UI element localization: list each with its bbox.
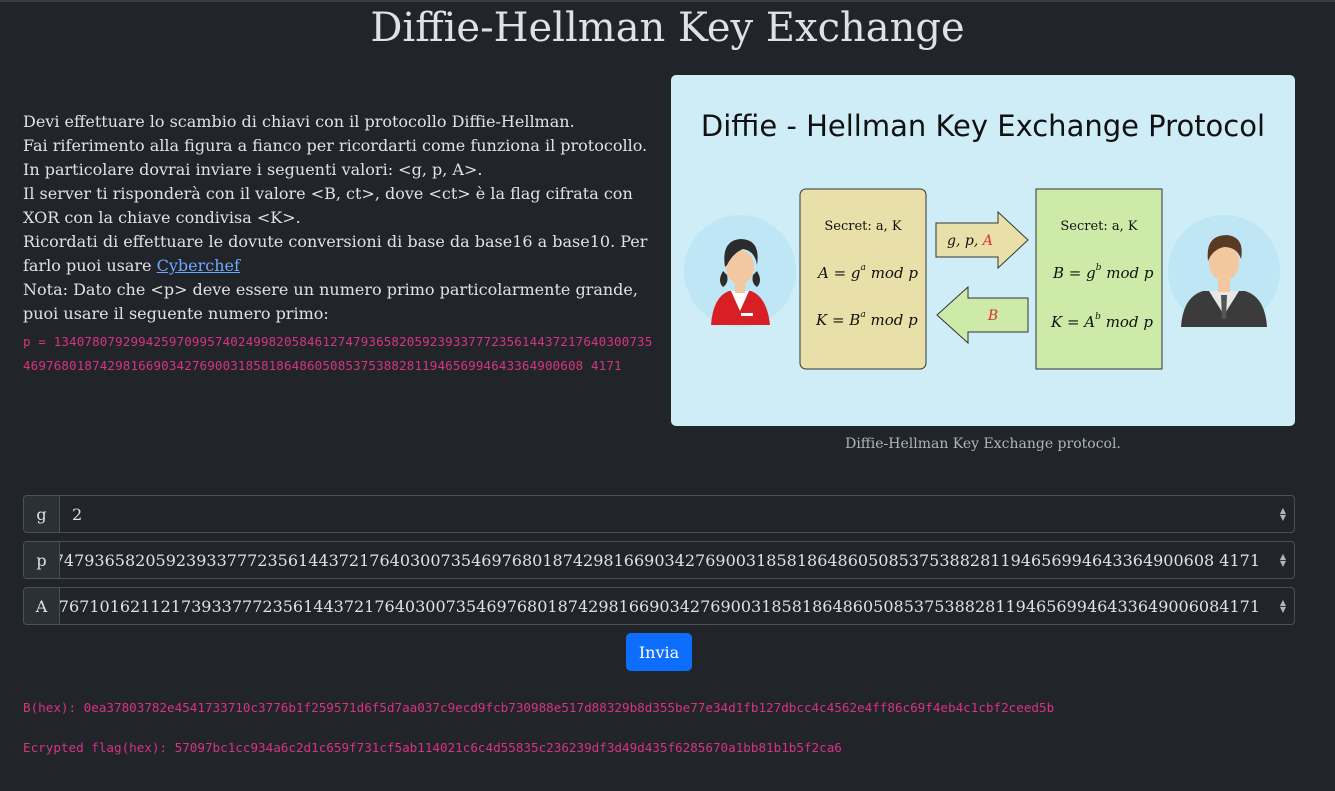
instruction-line: Nota: Dato che <p> deve essere un numero… — [23, 280, 638, 323]
formula-b: B = gb mod p — [1052, 263, 1154, 282]
protocol-diagram: Diffie - Hellman Key Exchange Protocol S… — [684, 109, 1280, 370]
figure-caption: Diffie-Hellman Key Exchange protocol. — [845, 436, 1121, 452]
a-input-group: A 77193472023521676710162112173933777235… — [23, 587, 1295, 625]
formula-a: A = ga mod p — [816, 263, 918, 282]
instructions: Devi effettuare lo scambio di chiavi con… — [23, 110, 653, 326]
page-title: Diffie-Hellman Key Exchange — [370, 5, 965, 51]
formula-k-right-mod: mod p — [1101, 313, 1153, 331]
formula-b-mod: mod p — [1102, 264, 1154, 282]
a-label: A — [24, 588, 60, 624]
bob-avatar-icon — [1168, 215, 1280, 327]
instruction-line: Il server ti risponderà con il valore <B… — [23, 184, 633, 227]
p-stepper-icon[interactable]: ▲ ▼ — [1272, 542, 1294, 578]
p-value: 1340780792994259709957402499820584612747… — [60, 550, 1260, 570]
prime-number: p = 134078079299425970995740249982058461… — [23, 334, 653, 373]
instruction-text: Ricordati di effettuare le dovute conver… — [23, 232, 648, 275]
b-hex-output: B(hex): 0ea37803782e4541733710c3776b1f25… — [23, 700, 1055, 715]
arrow-right-highlight: A — [981, 233, 993, 249]
alice-secret: Secret: a, K — [824, 219, 902, 234]
p-input[interactable]: 1340780792994259709957402499820584612747… — [60, 542, 1272, 578]
alice-avatar-icon — [684, 215, 796, 327]
arrow-right-label: g, p, A — [947, 233, 993, 249]
formula-k-left: K = Ba mod p — [815, 310, 918, 329]
invia-button[interactable]: Invia — [626, 633, 692, 671]
a-stepper-icon[interactable]: ▲ ▼ — [1272, 588, 1294, 624]
formula-a-base: A = g — [816, 264, 861, 282]
instruction-line: Ricordati di effettuare le dovute conver… — [23, 230, 653, 278]
a-value: 7719347202352167671016211217393377723561… — [60, 596, 1260, 616]
arrow-left-icon — [936, 285, 1029, 345]
instruction-line: Devi effettuare lo scambio di chiavi con… — [23, 112, 575, 131]
instruction-line: In particolare dovrai inviare i seguenti… — [23, 160, 483, 179]
bob-secret: Secret: a, K — [1060, 219, 1138, 234]
formula-b-base: B = g — [1052, 264, 1096, 282]
formula-k-right: K = Ab mod p — [1050, 312, 1153, 331]
p-input-group: p 13407807929942597099574024998205846127… — [23, 541, 1295, 579]
diffie-hellman-figure: Diffie - Hellman Key Exchange Protocol S… — [671, 75, 1295, 426]
g-input-group: g 2 ▲ ▼ — [23, 495, 1295, 533]
p-label: p — [24, 542, 60, 578]
top-border — [0, 0, 1335, 2]
instruction-line: Fai riferimento alla figura a fianco per… — [23, 136, 648, 155]
g-input[interactable]: 2 — [60, 496, 1272, 532]
g-stepper-icon[interactable]: ▲ ▼ — [1272, 496, 1294, 532]
a-input[interactable]: 7719347202352167671016211217393377723561… — [60, 588, 1272, 624]
cyberchef-link[interactable]: Cyberchef — [157, 256, 240, 275]
formula-a-mod: mod p — [866, 264, 918, 282]
arrow-left-label: B — [987, 308, 998, 324]
encrypted-flag-output: Ecrypted flag(hex): 57097bc1cc934a6c2d1c… — [23, 740, 842, 755]
formula-k-left-mod: mod p — [866, 311, 918, 329]
g-label: g — [24, 496, 60, 532]
arrow-right-text: g, p, — [947, 233, 983, 249]
figure-title: Diffie - Hellman Key Exchange Protocol — [701, 109, 1265, 143]
formula-k-left-base: K = B — [815, 311, 860, 329]
formula-k-right-base: K = A — [1050, 313, 1095, 331]
g-value: 2 — [72, 504, 83, 524]
